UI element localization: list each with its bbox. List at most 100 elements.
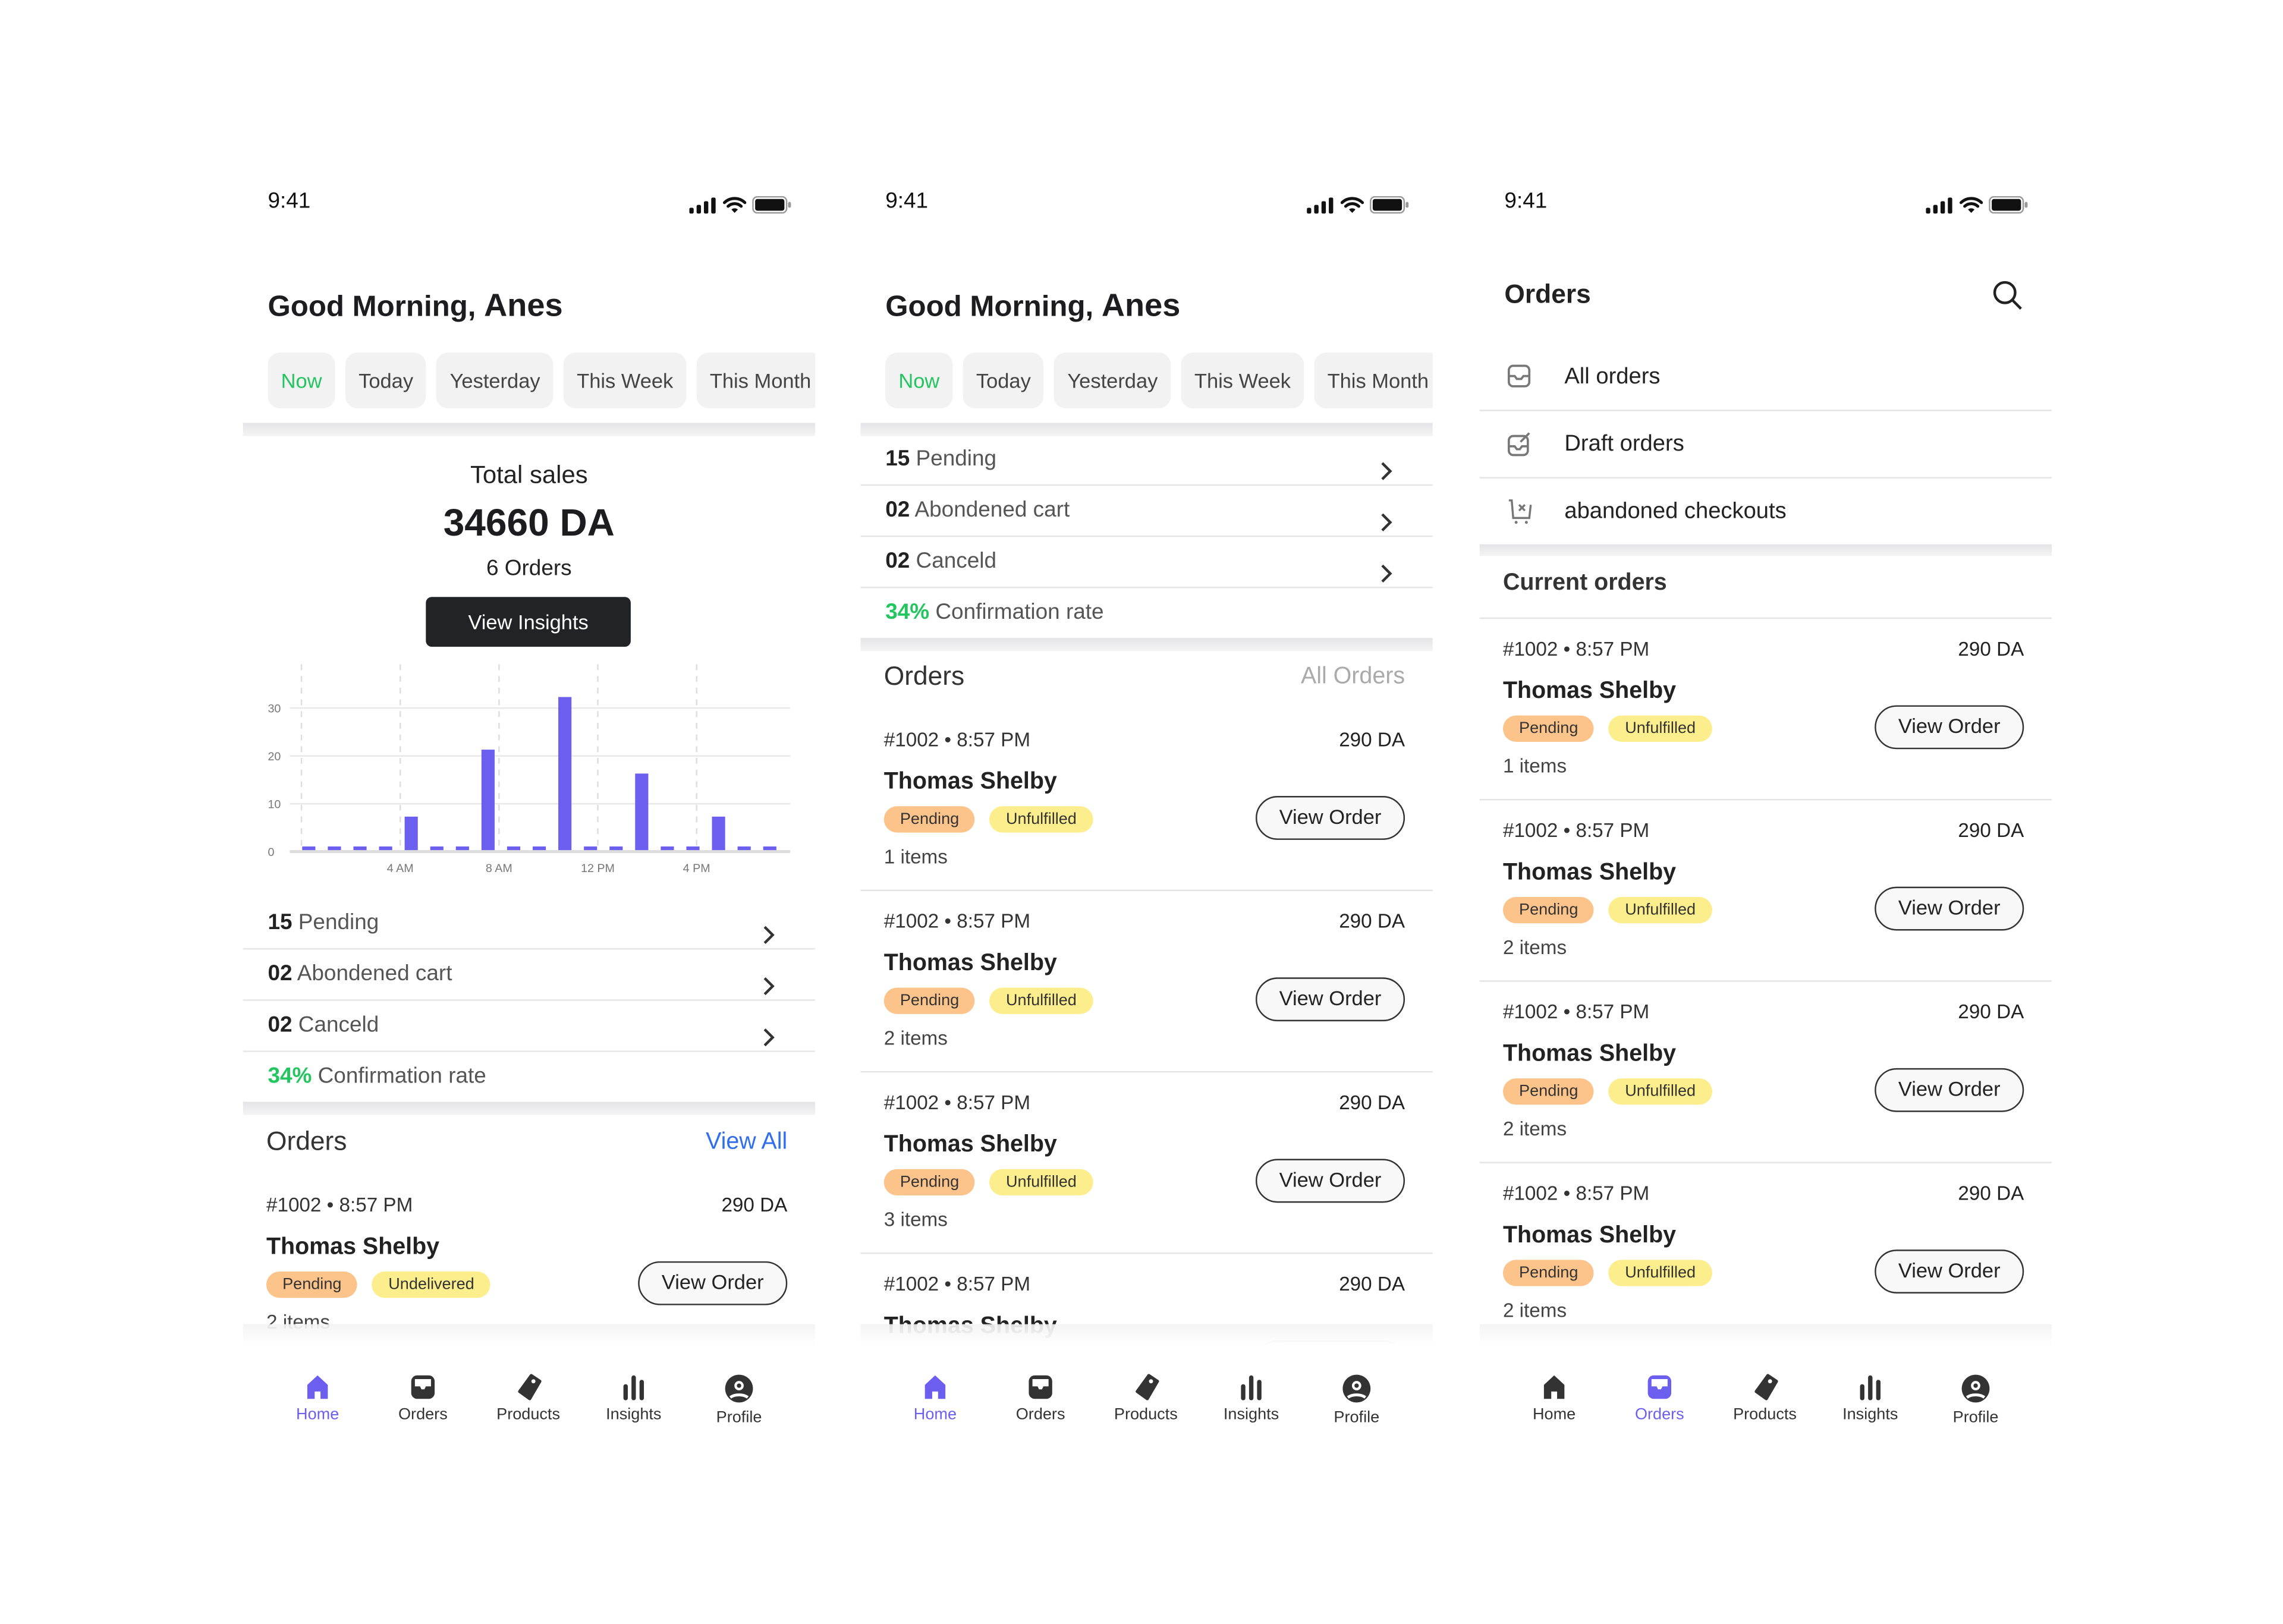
menu-label: Draft orders xyxy=(1564,432,1684,457)
chip-this-week[interactable]: This Week xyxy=(563,353,687,408)
bottom-nav: Home Orders Products Insights Profile xyxy=(1479,1324,2052,1471)
view-order-button[interactable]: View Order xyxy=(1255,977,1405,1022)
order-card[interactable]: #1002 • 8:57 PM 290 DA Thomas Shelby Pendin… xyxy=(860,710,1433,892)
nav-profile[interactable]: Profile xyxy=(1304,1374,1409,1427)
nav-label: Orders xyxy=(398,1406,448,1424)
stat-row[interactable]: 15 Pending xyxy=(860,435,1433,486)
status-time: 9:41 xyxy=(885,188,929,214)
chart-bar xyxy=(430,846,444,851)
nav-products[interactable]: Products xyxy=(1093,1374,1199,1424)
wifi-icon xyxy=(1340,194,1364,221)
stat-label: Pending xyxy=(910,446,997,471)
total-sales-label: Total sales xyxy=(470,461,588,489)
view-order-button[interactable]: View Order xyxy=(1255,1159,1405,1203)
order-card[interactable]: #1002 • 8:57 PM 290 DA Thomas Shelby Pendin… xyxy=(1479,982,2052,1163)
order-id-time: #1002 • 8:57 PM xyxy=(883,910,1031,932)
x-tick-label: 4 AM xyxy=(387,862,414,875)
nav-insights[interactable]: Insights xyxy=(1199,1374,1304,1424)
chart-bar xyxy=(455,846,469,851)
nav-products[interactable]: Products xyxy=(1712,1374,1817,1424)
chip-now[interactable]: Now xyxy=(268,353,335,408)
search-icon[interactable] xyxy=(1992,279,2024,319)
fulfillment-badge: Unfulfilled xyxy=(989,806,1093,833)
battery-icon xyxy=(752,194,791,221)
wifi-icon xyxy=(1959,194,1983,221)
all-orders-link[interactable]: All Orders xyxy=(1301,665,1405,691)
stat-row[interactable]: 02 Abondened cart xyxy=(243,950,816,1001)
nav-products[interactable]: Products xyxy=(476,1374,581,1424)
nav-orders[interactable]: Orders xyxy=(988,1374,1093,1424)
order-badges: Pending Unfulfilled xyxy=(1502,1260,1712,1286)
order-price: 290 DA xyxy=(1339,728,1405,751)
chart-bar xyxy=(532,846,546,851)
nav-profile[interactable]: Profile xyxy=(1923,1374,2028,1427)
view-insights-button[interactable]: View Insights xyxy=(426,597,631,647)
chip-yesterday[interactable]: Yesterday xyxy=(436,353,554,408)
fulfillment-badge: Unfulfilled xyxy=(989,987,1093,1014)
status-time: 9:41 xyxy=(1504,188,1548,214)
nav-home[interactable]: Home xyxy=(882,1374,988,1424)
battery-icon xyxy=(1989,194,2028,221)
view-order-button[interactable]: View Order xyxy=(1875,886,2024,931)
section-divider xyxy=(243,423,816,436)
insights-icon xyxy=(1199,1374,1304,1400)
chart-bar xyxy=(558,697,572,851)
x-tick-label: 12 PM xyxy=(581,862,615,875)
stat-row[interactable]: 15 Pending xyxy=(243,898,816,950)
products-icon xyxy=(476,1374,581,1400)
order-card[interactable]: #1002 • 8:57 PM 290 DA Thomas Shelby Pendin… xyxy=(860,1072,1433,1254)
stat-row[interactable]: 02 Abondened cart xyxy=(860,486,1433,537)
order-price: 290 DA xyxy=(1339,910,1405,932)
menu-abandoned-checkouts[interactable]: abandoned checkouts xyxy=(1480,479,2052,546)
order-card[interactable]: #1002 • 8:57 PM 290 DA Thomas Shelby Pendin… xyxy=(1479,800,2052,982)
menu-all-orders[interactable]: All orders xyxy=(1479,344,2052,411)
order-card[interactable]: #1002 • 8:57 PM 290 DA Thomas Shelby Pendin… xyxy=(1479,1163,2052,1345)
chip-today[interactable]: Today xyxy=(345,353,427,408)
stat-row[interactable]: 02 Canceld xyxy=(243,1001,816,1052)
orders-screen: 9:41 Orders All orders Draft orders abandone… xyxy=(1479,0,2052,1624)
nav-label: Orders xyxy=(1015,1406,1065,1424)
home-icon xyxy=(882,1374,988,1400)
order-id-time: #1002 • 8:57 PM xyxy=(1502,1182,1650,1204)
menu-draft-orders[interactable]: Draft orders xyxy=(1479,411,2052,479)
view-all-link[interactable]: View All xyxy=(706,1129,787,1156)
nav-profile[interactable]: Profile xyxy=(686,1374,791,1427)
nav-insights[interactable]: Insights xyxy=(581,1374,686,1424)
nav-orders[interactable]: Orders xyxy=(370,1374,476,1424)
nav-orders[interactable]: Orders xyxy=(1607,1374,1712,1424)
status-badge: Pending xyxy=(1502,1078,1595,1105)
nav-home[interactable]: Home xyxy=(1501,1374,1606,1424)
stat-number: 02 xyxy=(268,1012,293,1038)
time-filter-chips: Now Today Yesterday This Week This Month xyxy=(885,353,1433,408)
chip-this-week[interactable]: This Week xyxy=(1181,353,1304,408)
nav-label: Home xyxy=(913,1406,957,1424)
view-order-button[interactable]: View Order xyxy=(1875,1068,2024,1112)
view-order-button[interactable]: View Order xyxy=(1875,705,2024,750)
bottom-nav: Home Orders Products Insights Profile xyxy=(243,1324,816,1471)
order-badges: Pending Unfulfilled xyxy=(883,806,1093,833)
view-order-button[interactable]: View Order xyxy=(1875,1250,2024,1293)
chip-this-month[interactable]: This Month xyxy=(696,353,816,408)
chip-now[interactable]: Now xyxy=(885,353,953,408)
nav-label: Profile xyxy=(1334,1409,1380,1427)
nav-insights[interactable]: Insights xyxy=(1817,1374,1923,1424)
order-id-time: #1002 • 8:57 PM xyxy=(883,1091,1031,1114)
chip-today[interactable]: Today xyxy=(963,353,1044,408)
order-card[interactable]: #1002 • 8:57 PM 290 DA Thomas Shelby Pendin… xyxy=(860,891,1433,1073)
orders-title: Orders xyxy=(883,661,965,691)
view-order-button[interactable]: View Order xyxy=(638,1261,788,1305)
status-time: 9:41 xyxy=(268,188,311,214)
nav-label: Insights xyxy=(1842,1406,1898,1424)
x-tick-label: 8 AM xyxy=(486,862,512,875)
nav-label: Profile xyxy=(716,1409,762,1427)
item-count: 2 items xyxy=(1502,936,1567,959)
nav-label: Products xyxy=(1733,1406,1797,1424)
chip-this-month[interactable]: This Month xyxy=(1314,353,1433,408)
chip-yesterday[interactable]: Yesterday xyxy=(1054,353,1171,408)
stat-row[interactable]: 02 Canceld xyxy=(860,537,1433,588)
order-card[interactable]: #1002 • 8:57 PM 290 DA Thomas Shelby Pendin… xyxy=(1479,619,2052,801)
order-badges: Pending Unfulfilled xyxy=(883,1169,1093,1196)
signal-icon xyxy=(1926,194,1954,221)
nav-home[interactable]: Home xyxy=(265,1374,370,1424)
view-order-button[interactable]: View Order xyxy=(1255,796,1405,840)
